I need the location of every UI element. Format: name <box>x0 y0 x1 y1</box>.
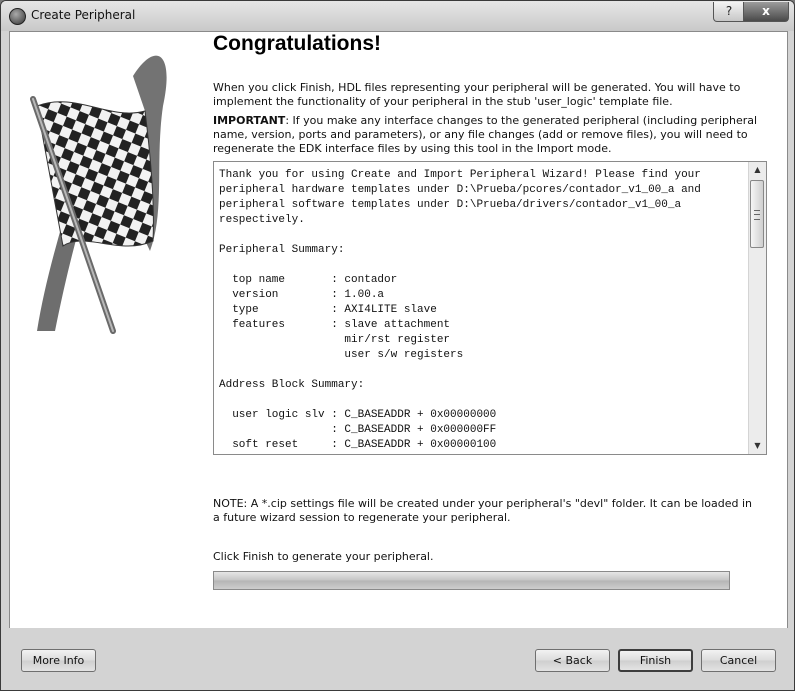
cancel-button[interactable]: Cancel <box>701 649 776 672</box>
title-bar: Create Peripheral ? x <box>1 1 794 31</box>
important-body: : If you make any interface changes to t… <box>213 114 758 155</box>
important-label: IMPORTANT <box>213 114 286 127</box>
vertical-scrollbar[interactable]: ▲ ▼ <box>748 162 766 454</box>
app-icon <box>9 8 26 25</box>
generation-progress-bar <box>213 571 730 590</box>
help-button[interactable]: ? <box>713 2 745 22</box>
more-info-button[interactable]: More Info <box>21 649 96 672</box>
back-button[interactable]: < Back <box>535 649 610 672</box>
finish-hint: Click Finish to generate your peripheral… <box>213 550 434 563</box>
finish-button[interactable]: Finish <box>618 649 693 672</box>
important-text: IMPORTANT: If you make any interface cha… <box>213 114 758 156</box>
summary-text: Thank you for using Create and Import Pe… <box>219 169 701 451</box>
page-title: Congratulations! <box>213 32 381 55</box>
scroll-down-icon[interactable]: ▼ <box>749 438 766 454</box>
scroll-thumb[interactable] <box>750 180 764 248</box>
checkered-flag-icon <box>30 55 167 334</box>
note-text: NOTE: A *.cip settings file will be crea… <box>213 497 753 524</box>
window-title: Create Peripheral <box>31 8 136 22</box>
summary-textbox[interactable]: Thank you for using Create and Import Pe… <box>213 161 767 455</box>
grip-icon <box>754 210 760 220</box>
scroll-up-icon[interactable]: ▲ <box>749 162 766 178</box>
close-button[interactable]: x <box>743 2 789 22</box>
intro-text: When you click Finish, HDL files represe… <box>213 81 741 108</box>
create-peripheral-window: Create Peripheral ? x Congratulations! W… <box>0 0 795 691</box>
